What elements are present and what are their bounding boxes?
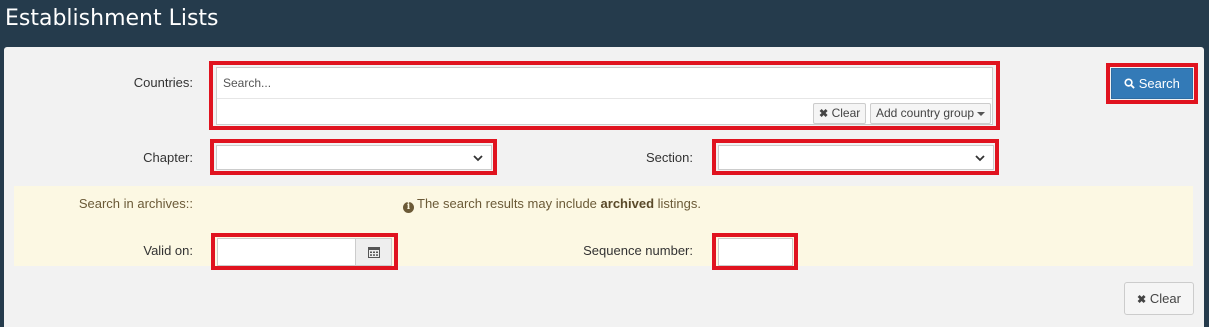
info-icon: i <box>403 202 414 213</box>
highlight-valid-on <box>211 233 398 270</box>
highlight-search <box>1106 63 1198 104</box>
page-title: Establishment Lists <box>5 6 219 31</box>
clear-button[interactable]: ✖ Clear <box>1124 282 1194 315</box>
highlight-countries <box>209 61 1000 130</box>
notice-suffix: listings. <box>654 196 701 211</box>
clear-button-label: Clear <box>1149 291 1181 306</box>
countries-label: Countries: <box>133 75 193 90</box>
archives-label: Search in archives:: <box>78 196 193 211</box>
chapter-label: Chapter: <box>143 150 193 165</box>
sequence-number-label: Sequence number: <box>583 243 693 258</box>
archive-notice: i The search results may include archived… <box>403 196 701 213</box>
section-label: Section: <box>646 150 693 165</box>
times-icon: ✖ <box>1137 294 1147 306</box>
notice-prefix: The search results may include <box>417 196 601 211</box>
highlight-chapter <box>210 139 497 175</box>
highlight-section <box>712 139 999 175</box>
highlight-sequence-number <box>712 233 798 270</box>
notice-bold: archived <box>600 196 655 211</box>
valid-on-label: Valid on: <box>143 243 193 258</box>
